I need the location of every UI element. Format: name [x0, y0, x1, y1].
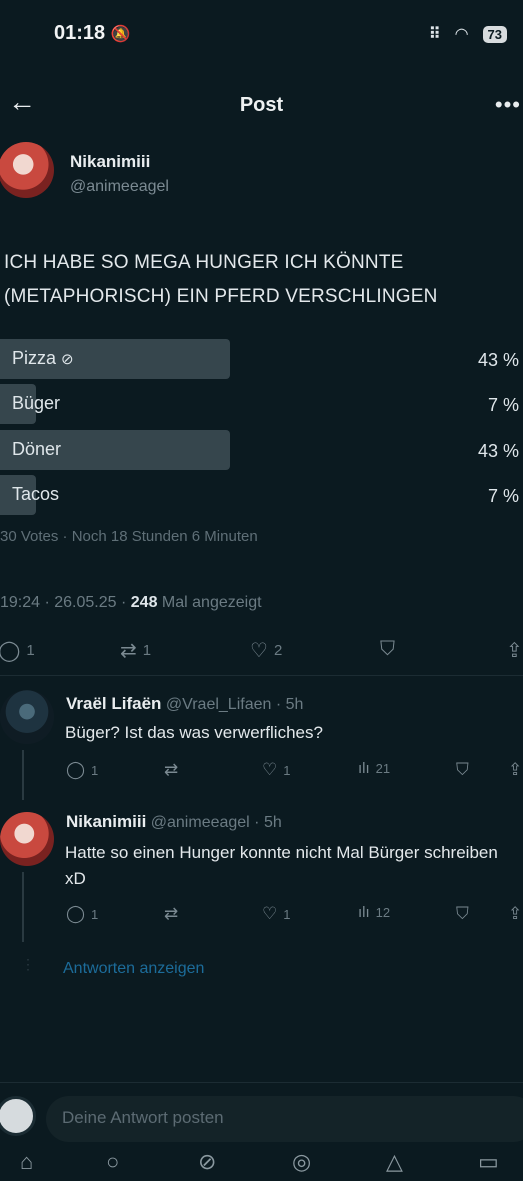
messages-icon[interactable]: ▭: [478, 1149, 499, 1175]
repost-button[interactable]: ⇄: [164, 904, 178, 924]
reply-header: Nikanimiii @animeeagel · 5h: [66, 812, 282, 832]
grok-icon[interactable]: ⊘: [198, 1149, 216, 1175]
like-button[interactable]: ♡ 1: [262, 904, 290, 924]
poll-option-percent: 7 %: [487, 486, 519, 506]
status-indicators: ⠿ ◠ 73: [429, 24, 507, 44]
repost-button[interactable]: ⇄: [164, 760, 178, 780]
share-button[interactable]: ⇪: [508, 904, 522, 924]
post-meta: 19:24 · 26.05.25 · 248 Mal angezeigt: [0, 594, 262, 612]
bookmark-button[interactable]: ⛉: [456, 904, 469, 924]
heart-icon: ♡: [262, 760, 278, 779]
views-button[interactable]: ılı 21: [358, 760, 390, 777]
check-circle-icon: ⊘: [61, 351, 74, 368]
reply-text: Hatte so einen Hunger konnte nicht Mal B…: [65, 843, 498, 888]
reply-header: Vraël Lifaën @Vrael_Lifaen · 5h: [66, 694, 303, 714]
reply-icon: ◯: [66, 904, 86, 923]
poll-option-tacos[interactable]: Tacos 7 %: [0, 475, 523, 515]
repost-icon: ⇄: [164, 760, 179, 779]
poll-option-label: Döner: [12, 439, 62, 459]
post-text: ICH HABE SO MEGA HUNGER ICH KÖNNTE (META…: [4, 252, 438, 307]
reply-author-name[interactable]: Vraël Lifaën: [66, 694, 161, 713]
bookmark-button[interactable]: ⛉: [456, 760, 469, 780]
reply-button[interactable]: ◯ 1: [0, 638, 35, 663]
more-icon[interactable]: •••: [495, 92, 521, 118]
composer-avatar: [0, 1096, 36, 1136]
post-timestamp: 19:24 · 26.05.25 ·: [0, 594, 131, 611]
share-icon: ⇪: [508, 904, 523, 923]
battery-indicator: 73: [482, 25, 507, 43]
reply-actions: ◯ 1 ⇄ ♡ 1 ılı 12 ⛉ ⇪: [0, 904, 523, 928]
divider: [0, 1082, 523, 1083]
poll-option-label: Büger: [12, 393, 61, 413]
reply-author-handle[interactable]: @animeeagel · 5h: [151, 814, 282, 831]
views-label: Mal angezeigt: [157, 594, 262, 611]
page-title: Post: [239, 94, 284, 116]
divider: [0, 675, 523, 676]
poll-option-percent: 43 %: [477, 350, 519, 370]
reply-actions: ◯ 1 ⇄ ♡ 1 ılı 21 ⛉ ⇪: [0, 760, 523, 784]
poll-option-label: Pizza: [12, 348, 57, 368]
reply-button[interactable]: ◯ 1: [66, 904, 98, 924]
mute-bell-icon: 🔕: [110, 26, 131, 43]
signal-icon: ⠿: [428, 26, 441, 43]
share-button[interactable]: ⇪: [508, 760, 522, 780]
share-icon: ⇪: [508, 760, 523, 779]
like-button[interactable]: ♡ 1: [262, 760, 290, 780]
bookmark-icon: ⛉: [380, 638, 395, 660]
avatar[interactable]: [0, 142, 54, 198]
reply-author-handle[interactable]: @Vrael_Lifaen · 5h: [166, 696, 304, 713]
heart-icon: ♡: [262, 904, 278, 923]
poll-option-percent: 7 %: [487, 395, 519, 415]
repost-button[interactable]: ⇄ 1: [120, 638, 151, 663]
views-icon: ılı: [358, 760, 370, 777]
bookmark-icon: ⛉: [456, 760, 469, 779]
like-button[interactable]: ♡ 2: [250, 638, 282, 663]
bottom-nav: ⌂ ○ ⊘ ◎ △ ▭: [0, 1141, 523, 1181]
views-icon: ılı: [358, 904, 370, 921]
reply-author-name[interactable]: Nikanimiii: [66, 812, 146, 831]
show-replies-link[interactable]: Antworten anzeigen: [63, 960, 204, 978]
share-icon: ⇪: [506, 640, 523, 662]
poll-option-buger[interactable]: Büger 7 %: [0, 384, 523, 424]
post-actions: ◯ 1 ⇄ 1 ♡ 2 ⛉ ⇪: [0, 638, 523, 662]
repost-icon: ⇄: [164, 904, 179, 923]
home-icon[interactable]: ⌂: [20, 1149, 33, 1175]
views-button[interactable]: ılı 12: [358, 904, 390, 921]
repost-icon: ⇄: [120, 640, 137, 662]
poll-option-doner[interactable]: Döner 43 %: [0, 430, 523, 470]
share-button[interactable]: ⇪: [506, 638, 523, 663]
thread-dots: ⋮: [21, 956, 35, 972]
avatar[interactable]: [0, 690, 54, 744]
author-handle[interactable]: @animeeagel: [70, 178, 169, 196]
notifications-icon[interactable]: △: [386, 1149, 403, 1175]
status-time: 01:18 🔕: [54, 22, 131, 44]
reply-icon: ◯: [66, 760, 86, 779]
reply-text: Büger? Ist das was verwerfliches?: [65, 723, 323, 742]
reply-icon: ◯: [0, 640, 21, 662]
heart-icon: ♡: [250, 640, 268, 662]
poll-meta: 30 Votes · Noch 18 Stunden 6 Minuten: [0, 528, 258, 545]
reply-input-placeholder: Deine Antwort posten: [62, 1108, 224, 1127]
poll-option-percent: 43 %: [477, 441, 519, 461]
communities-icon[interactable]: ◎: [292, 1149, 311, 1175]
author-name[interactable]: Nikanimiii: [70, 152, 150, 172]
bookmark-icon: ⛉: [456, 904, 469, 923]
avatar[interactable]: [0, 812, 54, 866]
poll-option-pizza[interactable]: Pizza ⊘ 43 %: [0, 339, 523, 379]
reply-button[interactable]: ◯ 1: [66, 760, 98, 780]
views-count: 248: [130, 594, 158, 611]
search-icon[interactable]: ○: [106, 1149, 119, 1175]
wifi-icon: ◠: [454, 26, 469, 43]
bookmark-button[interactable]: ⛉: [380, 638, 395, 661]
poll-option-label: Tacos: [12, 484, 60, 504]
